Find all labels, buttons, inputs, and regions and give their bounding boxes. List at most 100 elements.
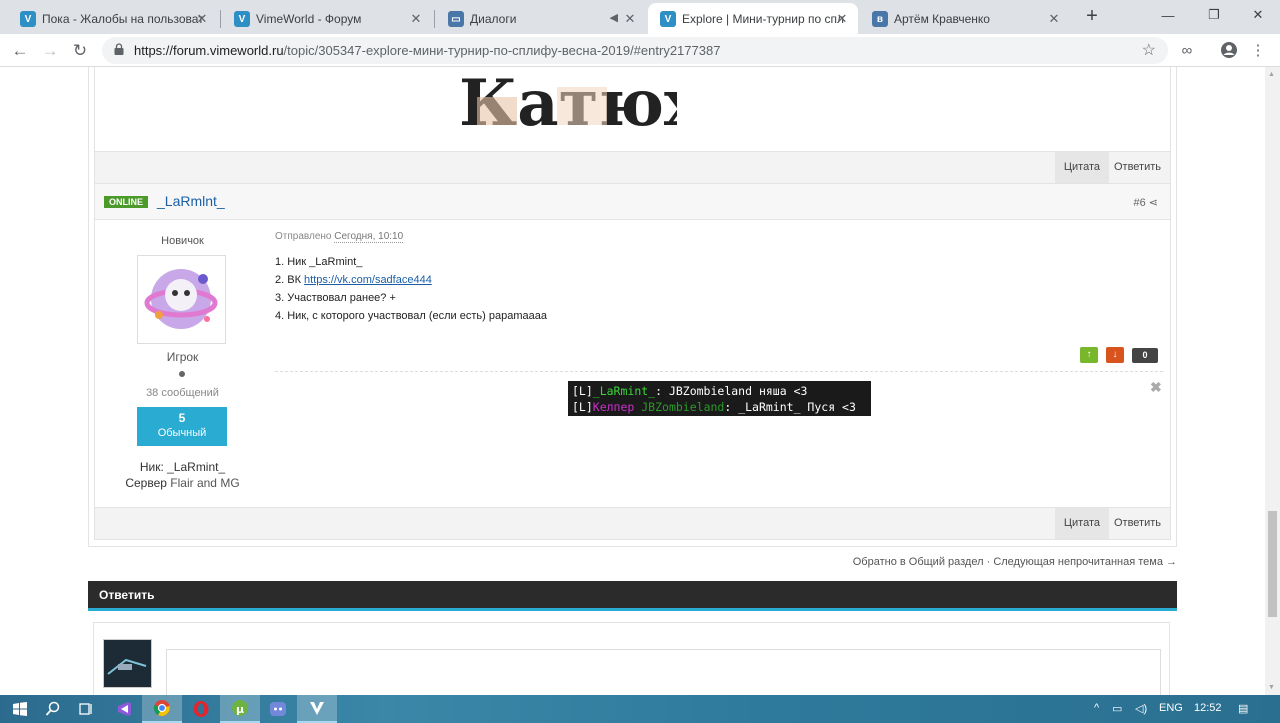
url-text: https://forum.vimeworld.ru/topic/305347-… xyxy=(134,43,720,58)
url-host: https://forum.vimeworld.ru xyxy=(134,43,284,58)
breadcrumb-separator: · xyxy=(983,556,994,568)
vote-count: 0 xyxy=(1132,348,1158,363)
post-line: 2. ВК https://vk.com/sadface444 xyxy=(275,271,547,289)
close-tab-icon[interactable]: ✕ xyxy=(622,11,638,27)
browser-tab-strip: V Пока - Жалобы на пользоват ✕ V VimeWor… xyxy=(0,0,1280,34)
close-tab-icon[interactable]: ✕ xyxy=(194,11,210,27)
close-window-icon[interactable]: ✕ xyxy=(1235,0,1280,30)
network-icon[interactable]: ▭ xyxy=(1112,702,1122,715)
chat-line: [L]Келпер JBZombieland: _LaRmint_ Пуся <… xyxy=(572,399,867,415)
user-group: Игрок xyxy=(166,350,199,364)
incognito-link-icon[interactable]: ∞ xyxy=(1177,41,1197,61)
notifications-icon[interactable]: ▤ xyxy=(1238,702,1248,715)
browser-tab[interactable]: ▭ Диалоги ◀︎ ✕ xyxy=(436,3,646,34)
field-server: Сервер Flair and MG xyxy=(95,475,270,491)
visual-studio-icon[interactable] xyxy=(104,695,144,723)
vk-profile-link[interactable]: https://vk.com/sadface444 xyxy=(304,274,432,286)
tab-title: Пока - Жалобы на пользоват xyxy=(42,11,204,26)
reply-editor[interactable] xyxy=(166,649,1161,695)
post-actions: Цитата Ответить xyxy=(94,507,1171,540)
close-tab-icon[interactable]: ✕ xyxy=(834,11,850,27)
chat-prefix: [L] xyxy=(572,400,593,414)
reputation-badge: 5 Обычный xyxy=(137,407,227,446)
vimeworld-favicon-icon: V xyxy=(20,11,36,27)
close-tab-icon[interactable]: ✕ xyxy=(1046,11,1062,27)
browser-tab-active[interactable]: V Explore | Мини-турнир по спл ✕ xyxy=(648,3,858,34)
field-server-value: Flair and MG xyxy=(170,476,240,490)
chat-message: : _LaRmint_ Пуся <3 xyxy=(724,400,856,414)
vote-down-icon[interactable]: ↓ xyxy=(1106,347,1124,363)
field-nick-value: _LaRmint_ xyxy=(167,460,226,474)
minimize-icon[interactable]: — xyxy=(1145,0,1191,30)
vote-up-icon[interactable]: ↑ xyxy=(1080,347,1098,363)
close-icon[interactable]: ✖ xyxy=(1150,379,1162,396)
signature-chat-image: [L]_LaRmint_: JBZombieland няша <3 [L]Ке… xyxy=(568,381,871,416)
chrome-icon[interactable] xyxy=(142,695,182,723)
url-path: /topic/305347-explore-мини-турнир-по-спл… xyxy=(283,43,721,58)
avatar[interactable] xyxy=(137,255,226,344)
share-icon[interactable]: ⋖ xyxy=(1149,197,1158,209)
volume-icon[interactable]: ◁) xyxy=(1135,702,1147,715)
browser-tab[interactable]: V VimeWorld - Форум ✕ xyxy=(222,3,432,34)
group-pip-icon xyxy=(179,371,185,377)
bookmark-star-icon[interactable]: ☆ xyxy=(1142,40,1156,60)
clock[interactable]: 12:52 xyxy=(1194,702,1222,714)
forward-arrow-icon[interactable]: → xyxy=(38,39,62,63)
post-number-text: #6 xyxy=(1133,197,1146,209)
page-scrollbar[interactable]: ▲ ▼ xyxy=(1265,67,1280,695)
chat-tag: JBZombieland xyxy=(634,400,725,414)
discord-icon[interactable] xyxy=(258,695,298,723)
reply-button[interactable]: Ответить xyxy=(1105,508,1170,539)
posted-time[interactable]: Сегодня, 10:10 xyxy=(334,231,404,243)
custom-fields: Ник: _LaRmint_ Сервер Flair and MG xyxy=(95,459,270,491)
posted-date: Отправлено Сегодня, 10:10 xyxy=(275,231,404,243)
scroll-down-icon[interactable]: ▼ xyxy=(1268,684,1275,691)
scroll-up-icon[interactable]: ▲ xyxy=(1268,71,1275,78)
scrollbar-thumb[interactable] xyxy=(1268,511,1277,617)
browser-tab[interactable]: V Пока - Жалобы на пользоват ✕ xyxy=(8,3,218,34)
message-count: 38 сообщений xyxy=(146,387,219,399)
reload-icon[interactable]: ↻ xyxy=(68,39,92,63)
vimeworld-favicon-icon: V xyxy=(660,11,676,27)
topic-navigation: Обратно в Общий раздел · Следующая непро… xyxy=(853,556,1177,568)
next-unread-topic-link[interactable]: Следующая непрочитанная тема → xyxy=(993,556,1177,568)
post-number[interactable]: #6 ⋖ xyxy=(1133,196,1158,209)
vimeworld-launcher-icon[interactable] xyxy=(297,695,337,723)
windows-taskbar: µ ^ ▭ ◁) ENG 12:52 ▤ xyxy=(0,695,1280,723)
task-view-icon[interactable] xyxy=(66,695,106,723)
chat-prefix: [L] xyxy=(572,384,593,398)
opera-icon[interactable] xyxy=(181,695,221,723)
post-line: 1. Ник _LaRmint_ xyxy=(275,256,363,268)
quote-button[interactable]: Цитата xyxy=(1054,508,1109,539)
address-bar[interactable]: https://forum.vimeworld.ru/topic/305347-… xyxy=(102,37,1168,64)
user-rank: Новичок xyxy=(161,235,204,247)
signature-divider xyxy=(275,371,1163,372)
back-to-section-link[interactable]: Обратно в Общий раздел xyxy=(853,556,984,568)
reply-area xyxy=(93,622,1170,695)
speaker-muted-icon[interactable]: ◀︎ xyxy=(610,11,618,24)
tab-title: Артём Кравченко xyxy=(894,11,990,26)
tray-expand-icon[interactable]: ^ xyxy=(1094,702,1099,714)
chat-line: [L]_LaRmint_: JBZombieland няша <3 xyxy=(572,383,867,399)
reply-button[interactable]: Ответить xyxy=(1105,152,1170,183)
post-header: ONLINE _LaRmlnt_ #6 ⋖ xyxy=(94,184,1171,220)
menu-dots-icon[interactable]: ⋮ xyxy=(1248,41,1268,61)
quote-button[interactable]: Цитата xyxy=(1054,152,1109,183)
new-tab-icon[interactable]: + xyxy=(1082,6,1102,26)
post-author-link[interactable]: _LaRmlnt_ xyxy=(157,193,225,209)
restore-icon[interactable]: ❐ xyxy=(1191,0,1237,30)
profile-avatar-icon[interactable] xyxy=(1219,41,1239,61)
input-language[interactable]: ENG xyxy=(1159,702,1183,714)
utorrent-icon[interactable]: µ xyxy=(220,695,260,723)
close-tab-icon[interactable]: ✕ xyxy=(408,11,424,27)
browser-tab[interactable]: в Артём Кравченко ✕ xyxy=(860,3,1070,34)
browser-toolbar: ← → ↻ https://forum.vimeworld.ru/topic/3… xyxy=(0,34,1280,67)
back-arrow-icon[interactable]: ← xyxy=(8,39,32,63)
field-nick-label: Ник: xyxy=(139,460,164,474)
avatar-image xyxy=(141,259,222,340)
svg-text:µ: µ xyxy=(236,703,244,716)
post-line-label: 2. ВК xyxy=(275,274,305,286)
reply-section-title: Ответить xyxy=(99,588,155,602)
signature-logo-image: Катюха xyxy=(459,67,677,129)
previous-post-actions: Цитата Ответить xyxy=(94,151,1171,184)
